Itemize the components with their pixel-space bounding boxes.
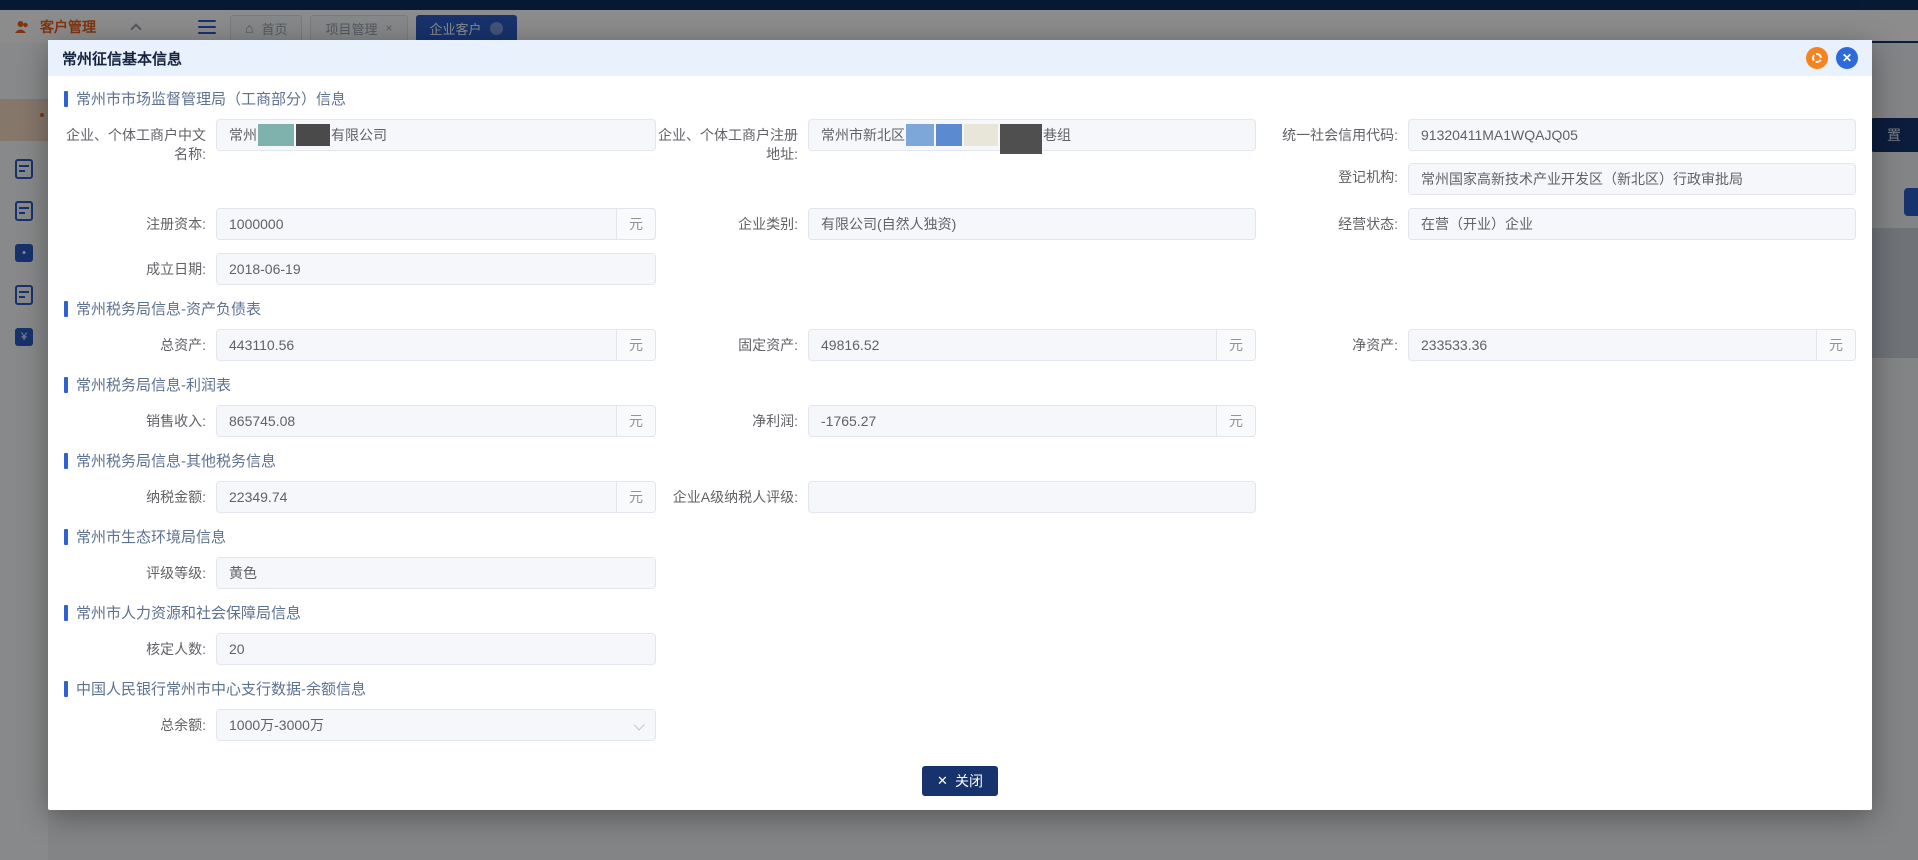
- registry-org-label: 登记机构:: [1256, 168, 1398, 187]
- dialog-header: 常州征信基本信息 ✕: [48, 40, 1872, 76]
- close-button-label: 关闭: [955, 771, 983, 791]
- section-title: 常州市生态环境局信息: [76, 526, 226, 547]
- form-row: 销售收入: 865745.08元 净利润: -1765.27元: [64, 405, 1856, 437]
- section-bar: [64, 681, 68, 697]
- company-category-input[interactable]: 有限公司(自然人独资): [808, 208, 1256, 240]
- section-title: 常州税务局信息-其他税务信息: [76, 450, 276, 471]
- section-other-tax-info: 常州税务局信息-其他税务信息 纳税金额: 22349.74元 企业A级纳税人评级…: [64, 450, 1856, 513]
- form-row: 总余额: 1000万-3000万: [64, 709, 1856, 741]
- field-label: 净资产:: [1256, 329, 1408, 355]
- taxpayer-rating-input[interactable]: [808, 481, 1256, 513]
- section-pboc-balance-info: 中国人民银行常州市中心支行数据-余额信息 总余额: 1000万-3000万: [64, 678, 1856, 741]
- fullscreen-button[interactable]: [1806, 47, 1828, 69]
- form-row: 总资产: 443110.56元 固定资产: 49816.52元 净资产: 233…: [64, 329, 1856, 361]
- unit-suffix: 元: [1216, 405, 1256, 437]
- section-bar: [64, 377, 68, 393]
- sales-revenue-input[interactable]: 865745.08元: [216, 405, 656, 437]
- approved-headcount-input[interactable]: 20: [216, 633, 656, 665]
- section-income-statement: 常州税务局信息-利润表 销售收入: 865745.08元 净利润: -1765.…: [64, 374, 1856, 437]
- company-name-input[interactable]: 常州 有限公司: [216, 119, 656, 151]
- section-balance-sheet: 常州税务局信息-资产负债表 总资产: 443110.56元 固定资产: 4981…: [64, 298, 1856, 361]
- close-button[interactable]: ✕ 关闭: [922, 766, 998, 796]
- unit-suffix: 元: [616, 208, 656, 240]
- field-label: 总资产:: [64, 329, 216, 355]
- credit-code-input[interactable]: 91320411MA1WQAJQ05: [1408, 119, 1856, 151]
- section-environment-bureau: 常州市生态环境局信息 评级等级: 黄色: [64, 526, 1856, 589]
- redaction-block: [906, 124, 934, 146]
- form-row: 注册资本: 1000000元 企业类别: 有限公司(自然人独资) 经营状态: 在…: [64, 208, 1856, 240]
- credit-code-label: 统一社会信用代码:: [1256, 126, 1398, 145]
- field-label: 评级等级:: [64, 557, 216, 583]
- chevron-down-icon: [633, 719, 644, 730]
- field-label: 统一社会信用代码: 登记机构:: [1256, 119, 1408, 187]
- dialog-body: 常州市市场监督管理局（工商部分）信息 企业、个体工商户中文名称: 常州 有限公司…: [48, 76, 1872, 764]
- field-label: 净利润:: [656, 405, 808, 431]
- unit-suffix: 元: [616, 329, 656, 361]
- form-row: 成立日期: 2018-06-19: [64, 253, 1856, 285]
- total-balance-select[interactable]: 1000万-3000万: [216, 709, 656, 741]
- section-bar: [64, 529, 68, 545]
- section-bar: [64, 301, 68, 317]
- credit-info-dialog: 常州征信基本信息 ✕ 常州市市场监督管理局（工商部分）信息 企业、个体工商户中文…: [48, 40, 1872, 810]
- dialog-footer: ✕ 关闭: [48, 766, 1872, 796]
- fixed-assets-input[interactable]: 49816.52元: [808, 329, 1256, 361]
- unit-suffix: 元: [1216, 329, 1256, 361]
- redaction-block: [258, 124, 294, 146]
- section-bar: [64, 605, 68, 621]
- unit-suffix: 元: [1816, 329, 1856, 361]
- redaction-block: [1000, 124, 1042, 154]
- operating-status-input[interactable]: 在营（开业）企业: [1408, 208, 1856, 240]
- section-title: 常州市人力资源和社会保障局信息: [76, 602, 301, 623]
- tax-amount-input[interactable]: 22349.74元: [216, 481, 656, 513]
- field-label: 经营状态:: [1256, 208, 1408, 234]
- field-label: 企业A级纳税人评级:: [656, 481, 808, 507]
- form-row: 纳税金额: 22349.74元 企业A级纳税人评级:: [64, 481, 1856, 513]
- dialog-close-button[interactable]: ✕: [1836, 47, 1858, 69]
- env-rating-input[interactable]: 黄色: [216, 557, 656, 589]
- field-label: 成立日期:: [64, 253, 216, 279]
- field-label: 总余额:: [64, 709, 216, 735]
- field-label: 企业、个体工商户中文名称:: [64, 119, 216, 164]
- form-row: 核定人数: 20: [64, 633, 1856, 665]
- redaction-block: [296, 124, 330, 146]
- field-label: 企业、个体工商户注册地址:: [656, 119, 808, 164]
- establish-date-input[interactable]: 2018-06-19: [216, 253, 656, 285]
- section-social-security-bureau: 常州市人力资源和社会保障局信息 核定人数: 20: [64, 602, 1856, 665]
- field-label: 企业类别:: [656, 208, 808, 234]
- section-title: 中国人民银行常州市中心支行数据-余额信息: [76, 678, 366, 699]
- field-label: 核定人数:: [64, 633, 216, 659]
- dialog-title: 常州征信基本信息: [62, 48, 1798, 69]
- section-title: 常州税务局信息-资产负债表: [76, 298, 261, 319]
- section-bar: [64, 453, 68, 469]
- form-row: 企业、个体工商户中文名称: 常州 有限公司 企业、个体工商户注册地址: 常州市新…: [64, 119, 1856, 195]
- registry-org-input[interactable]: 常州国家高新技术产业开发区（新北区）行政审批局: [1408, 163, 1856, 195]
- section-title: 常州税务局信息-利润表: [76, 374, 231, 395]
- company-address-input[interactable]: 常州市新北区 巷组: [808, 119, 1256, 151]
- registered-capital-input[interactable]: 1000000元: [216, 208, 656, 240]
- net-profit-input[interactable]: -1765.27元: [808, 405, 1256, 437]
- unit-suffix: 元: [616, 481, 656, 513]
- section-bar: [64, 91, 68, 107]
- section-market-supervision: 常州市市场监督管理局（工商部分）信息 企业、个体工商户中文名称: 常州 有限公司…: [64, 88, 1856, 285]
- close-x-icon: ✕: [937, 773, 948, 789]
- redaction-block: [964, 124, 998, 146]
- fullscreen-icon: [1812, 53, 1822, 63]
- unit-suffix: 元: [616, 405, 656, 437]
- net-assets-input[interactable]: 233533.36元: [1408, 329, 1856, 361]
- field-label: 纳税金额:: [64, 481, 216, 507]
- field-label: 注册资本:: [64, 208, 216, 234]
- field-label: 固定资产:: [656, 329, 808, 355]
- section-title: 常州市市场监督管理局（工商部分）信息: [76, 88, 346, 109]
- total-assets-input[interactable]: 443110.56元: [216, 329, 656, 361]
- redaction-block: [936, 124, 962, 146]
- form-row: 评级等级: 黄色: [64, 557, 1856, 589]
- field-label: 销售收入:: [64, 405, 216, 431]
